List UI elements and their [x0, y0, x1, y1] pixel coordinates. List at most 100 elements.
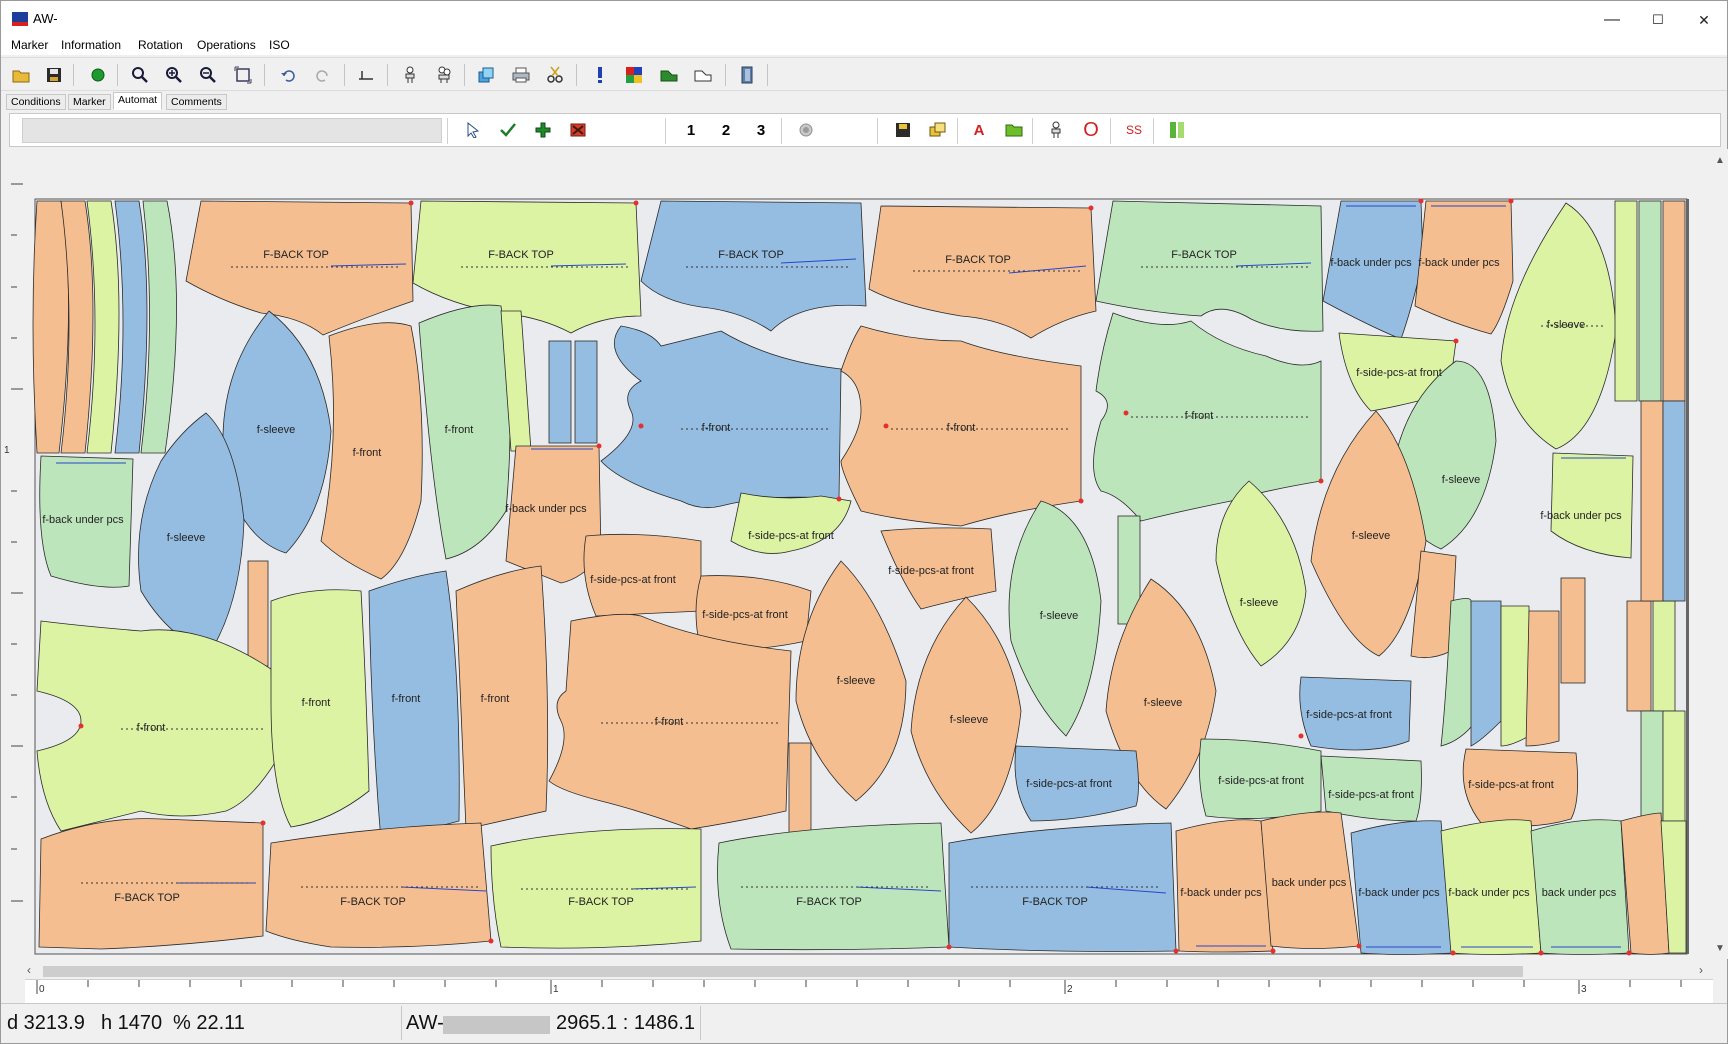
title-bar: AW- — ☐ ✕ — [1, 1, 1727, 39]
marker-name-field[interactable] — [22, 118, 442, 143]
step-1-button[interactable]: 1 — [680, 119, 702, 141]
strip-piece-14[interactable] — [1500, 605, 1530, 747]
a-button[interactable]: A — [968, 119, 990, 141]
undo-icon[interactable] — [275, 62, 301, 88]
single-person-icon[interactable] — [1045, 119, 1067, 141]
tab-automat[interactable]: Automat — [113, 92, 163, 110]
label-back-under-1: f-back under pcs — [1330, 257, 1412, 269]
label-sleeve-8: f-sleeve — [1144, 697, 1183, 709]
layers-icon[interactable] — [473, 62, 499, 88]
menu-iso[interactable]: ISO — [269, 38, 290, 52]
tab-comments[interactable]: Comments — [166, 94, 227, 110]
menu-information[interactable]: Information — [61, 38, 121, 52]
status-coordinates: 2965.1 : 1486.1 — [556, 1012, 696, 1034]
step-2-button[interactable]: 2 — [715, 119, 737, 141]
label-side-front-1: f-side-pcs-at front — [1356, 367, 1442, 379]
o-button[interactable]: O — [1080, 119, 1102, 141]
check-icon[interactable] — [497, 119, 519, 141]
print-icon[interactable] — [508, 62, 534, 88]
fit-page-icon[interactable] — [230, 62, 256, 88]
piece-back-top-9[interactable] — [717, 822, 950, 951]
scroll-right-icon[interactable]: › — [1699, 963, 1703, 977]
strip-right-6[interactable] — [1640, 710, 1664, 822]
person-icon[interactable] — [397, 62, 423, 88]
close-button[interactable]: ✕ — [1681, 1, 1727, 39]
menu-marker[interactable]: Marker — [11, 38, 48, 52]
menu-rotation[interactable]: Rotation — [138, 38, 183, 52]
app-window: AW- — ☐ ✕ Marker Information Rotation Op… — [0, 0, 1728, 1044]
tab-conditions[interactable]: Conditions — [6, 94, 66, 110]
strip-piece-8[interactable] — [574, 340, 598, 444]
save-icon[interactable] — [41, 62, 67, 88]
step-3-button[interactable]: 3 — [750, 119, 772, 141]
strip-right-1[interactable] — [1614, 200, 1638, 402]
people-icon[interactable] — [431, 62, 457, 88]
horizontal-scrollbar[interactable]: ‹ › — [25, 963, 1713, 979]
color-grid-icon[interactable] — [621, 62, 647, 88]
strip-right-5[interactable] — [1662, 400, 1686, 602]
line-tool-icon[interactable] — [353, 62, 379, 88]
pointer-icon[interactable] — [462, 119, 484, 141]
strip-piece-17[interactable] — [1626, 600, 1652, 712]
marker-canvas[interactable]: 1 F-BACK TOP F-BACK TOP F-BACK TOP F-BAC… — [1, 149, 1713, 959]
delete-icon[interactable] — [567, 119, 589, 141]
piece-back-top-7[interactable] — [265, 822, 492, 948]
strip-right-2[interactable] — [1638, 200, 1662, 402]
maximize-button[interactable]: ☐ — [1635, 1, 1681, 39]
piece-back-under-6[interactable] — [1175, 819, 1274, 953]
menu-operations[interactable]: Operations — [197, 38, 256, 52]
vertical-scrollbar[interactable]: ▲ ▼ — [1712, 149, 1728, 959]
exclamation-icon[interactable] — [587, 62, 613, 88]
strip-right-4[interactable] — [1640, 400, 1664, 602]
outline-shape-icon[interactable] — [690, 62, 716, 88]
strip-piece-9[interactable] — [247, 560, 269, 667]
label-back-top-5: F-BACK TOP — [1171, 249, 1237, 261]
circle-option-icon[interactable] — [795, 119, 817, 141]
status-bar: d 3213.9 h 1470 % 22.11 AW- 2965.1 : 148… — [1, 1003, 1727, 1043]
ss-button[interactable]: SS — [1123, 119, 1145, 141]
copy-layers-icon[interactable] — [927, 119, 949, 141]
bars-icon[interactable] — [1166, 119, 1188, 141]
label-back-under-8: f-back under pcs — [1358, 887, 1440, 899]
strip-piece-18[interactable] — [1652, 600, 1676, 712]
strip-piece-1[interactable] — [32, 200, 69, 454]
tab-marker[interactable]: Marker — [68, 94, 111, 110]
strip-piece-13[interactable] — [1470, 600, 1502, 747]
save-marker-icon[interactable] — [892, 119, 914, 141]
strip-piece-15[interactable] — [1525, 610, 1560, 747]
strip-piece-16[interactable] — [1560, 577, 1586, 684]
zoom-in-icon[interactable] — [161, 62, 187, 88]
piece-back-top-8[interactable] — [490, 828, 702, 949]
redo-icon[interactable] — [310, 62, 336, 88]
label-sleeve-6: f-sleeve — [837, 675, 876, 687]
scroll-down-icon[interactable]: ▼ — [1715, 943, 1725, 954]
piece-front-8[interactable] — [368, 570, 460, 842]
marker-workspace[interactable]: 1 F-BACK TOP F-BACK TOP F-BACK TOP F-BAC… — [1, 149, 1713, 959]
label-back-under-9: f-back under pcs — [1448, 887, 1530, 899]
zoom-out-icon[interactable] — [195, 62, 221, 88]
open-folder-icon[interactable] — [8, 62, 34, 88]
record-icon[interactable] — [85, 62, 111, 88]
strip-piece-7[interactable] — [548, 340, 572, 444]
scroll-left-icon[interactable]: ‹ — [27, 963, 31, 977]
minimize-button[interactable]: — — [1589, 1, 1635, 39]
scissors-icon[interactable] — [542, 62, 568, 88]
label-side-front-10: f-side-pcs-at front — [1468, 779, 1554, 791]
exit-door-icon[interactable] — [734, 62, 760, 88]
horizontal-scroll-thumb[interactable] — [43, 966, 1523, 977]
scroll-up-icon[interactable]: ▲ — [1715, 155, 1725, 166]
strip-right-7[interactable] — [1662, 710, 1686, 822]
search-icon[interactable] — [127, 62, 153, 88]
label-back-top-8: F-BACK TOP — [568, 896, 634, 908]
add-icon[interactable] — [532, 119, 554, 141]
label-back-top-1: F-BACK TOP — [263, 249, 329, 261]
status-length: d 3213.9 — [7, 1012, 85, 1034]
label-side-front-6: f-side-pcs-at front — [1306, 709, 1392, 721]
green-shape-icon[interactable] — [656, 62, 682, 88]
strip-right-3[interactable] — [1662, 200, 1686, 402]
folder-open-icon[interactable] — [1003, 119, 1025, 141]
label-side-front-8: f-side-pcs-at front — [1218, 775, 1304, 787]
status-height: h 1470 — [101, 1012, 163, 1034]
menu-bar: Marker Information Rotation Operations I… — [1, 37, 1727, 55]
piece-back-top-6[interactable] — [38, 818, 264, 950]
